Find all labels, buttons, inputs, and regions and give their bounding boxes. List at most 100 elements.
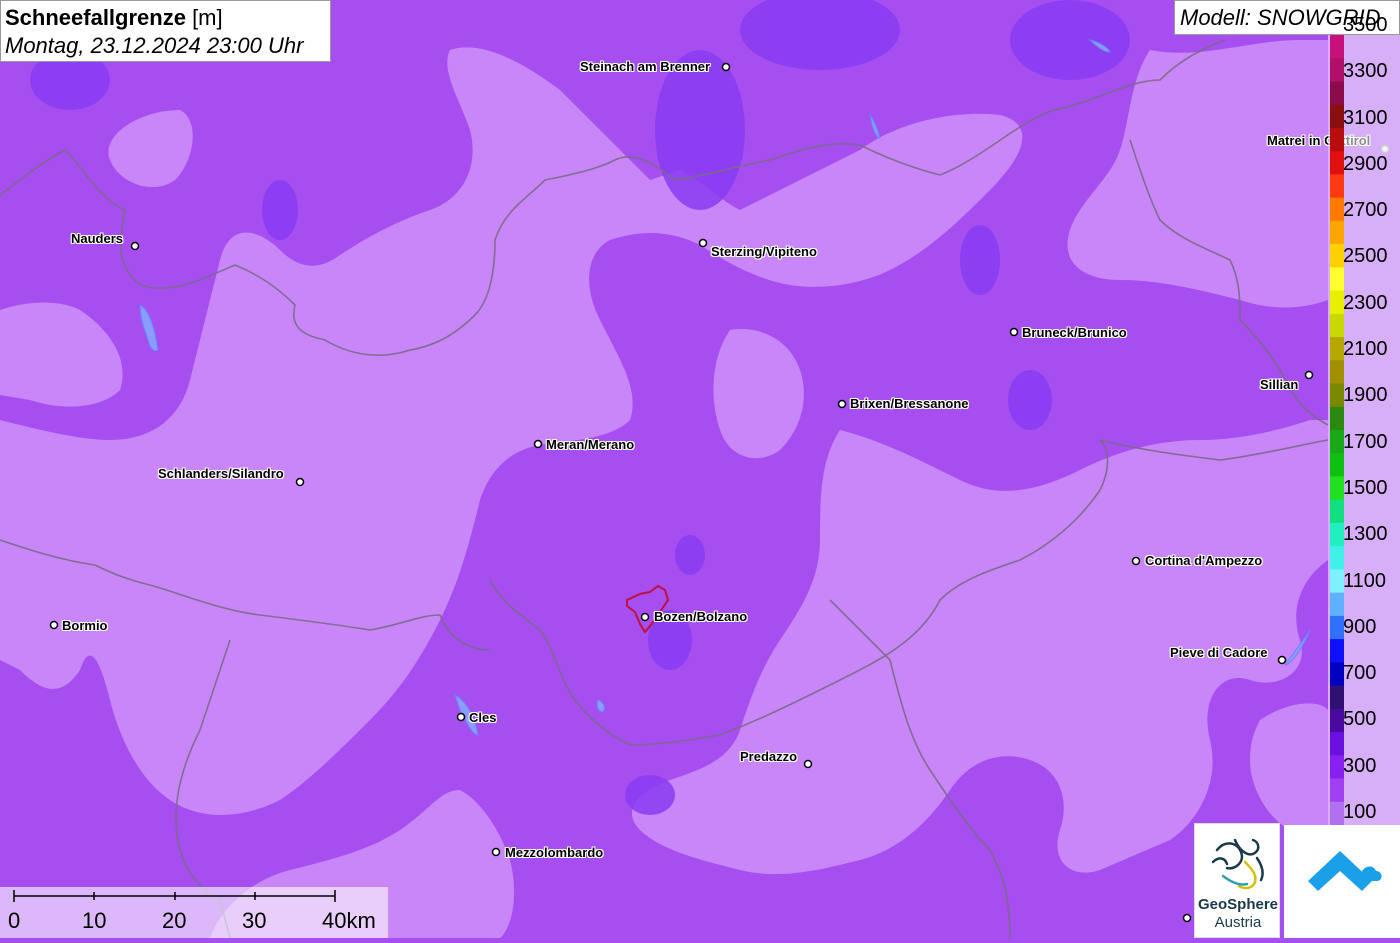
city-label-mezzolombardo: Mezzolombardo — [505, 845, 604, 860]
legend-swatch — [1330, 337, 1344, 361]
legend-swatch — [1330, 639, 1344, 663]
legend-swatch — [1330, 151, 1344, 175]
legend-swatch — [1330, 267, 1344, 292]
legend-label: 1300 — [1343, 523, 1388, 546]
title-box: Schneefallgrenze [m] Montag, 23.12.2024 … — [0, 0, 331, 62]
legend-swatch — [1330, 58, 1344, 82]
geosphere-logo[interactable]: GeoSphere Austria — [1194, 823, 1280, 938]
legend-label: 1900 — [1343, 384, 1388, 407]
scale-label-40km: 40km — [322, 908, 376, 933]
city-label-brixen: Brixen/Bressanone — [850, 396, 969, 411]
legend-swatch — [1330, 360, 1344, 385]
marker-nauders — [130, 241, 140, 251]
geosphere-icon — [1211, 838, 1264, 890]
legend-swatch — [1330, 778, 1344, 803]
legend-label: 2900 — [1343, 152, 1388, 175]
legend-swatch — [1330, 755, 1344, 780]
city-label-cortina: Cortina d'Ampezzo — [1145, 553, 1263, 568]
city-label-bormio: Bormio — [62, 618, 108, 633]
city-label-bozen: Bozen/Bolzano — [654, 609, 748, 624]
marker-predazzo — [803, 759, 813, 769]
legend-swatch — [1330, 290, 1344, 315]
legend-swatch — [1330, 406, 1344, 431]
legend-swatch — [1330, 499, 1344, 524]
legend-label: 3100 — [1343, 106, 1388, 129]
legend-swatch — [1330, 430, 1344, 454]
legend-swatch — [1330, 732, 1344, 756]
marker-brixen — [837, 399, 847, 409]
legend-swatch — [1330, 220, 1344, 245]
marker-cortina — [1131, 556, 1141, 566]
legend-swatch — [1330, 313, 1344, 338]
city-label-steinach: Steinach am Brenner — [580, 59, 711, 74]
legend-swatch — [1330, 685, 1344, 710]
legend-swatch — [1330, 453, 1344, 477]
geosphere-name: GeoSphere — [1197, 896, 1279, 913]
legend-swatch — [1330, 127, 1344, 152]
marker-cles — [456, 712, 466, 722]
legend-label: 500 — [1343, 708, 1377, 731]
legend-swatch — [1330, 708, 1344, 733]
scale-label-10: 10 — [82, 908, 107, 933]
scale-label-0: 0 — [8, 908, 21, 933]
scale-label-20: 20 — [162, 908, 187, 933]
marker-mezzolombardo — [491, 847, 501, 857]
legend-label: 2500 — [1343, 245, 1388, 268]
scale-label-30: 30 — [242, 908, 267, 933]
legend-label: 2100 — [1343, 338, 1388, 361]
legend-label: 1700 — [1343, 430, 1388, 453]
legend-swatch — [1330, 104, 1344, 129]
legend-swatch — [1330, 569, 1344, 594]
city-label-meran: Meran/Merano — [546, 437, 635, 452]
legend-label: 2300 — [1343, 291, 1388, 314]
geosphere-country: Austria — [1214, 914, 1262, 931]
legend-swatch — [1330, 174, 1344, 199]
marker-schlanders — [295, 477, 305, 487]
legend-label: 3500 — [1343, 14, 1388, 36]
city-label-cles: Cles — [469, 710, 497, 725]
marker-bormio — [49, 620, 59, 630]
legend-label: 700 — [1343, 662, 1377, 685]
marker-steinach — [721, 62, 731, 72]
legend-swatch — [1330, 592, 1344, 617]
city-label-nauders: Nauders — [71, 231, 124, 246]
legend-color-bar — [1330, 35, 1344, 825]
legend-swatch — [1330, 615, 1344, 640]
legend-swatch — [1330, 476, 1344, 501]
legend-label: 900 — [1343, 615, 1377, 638]
partner-logo[interactable] — [1284, 825, 1400, 938]
legend-label: 3300 — [1343, 60, 1388, 83]
legend-swatch — [1330, 81, 1344, 106]
legend-swatch — [1330, 546, 1344, 570]
city-label-sterzing: Sterzing/Vipiteno — [711, 244, 817, 259]
legend-swatch — [1330, 522, 1344, 547]
city-label-bruneck: Bruneck/Brunico — [1022, 325, 1127, 340]
legend-label: 300 — [1343, 754, 1377, 777]
legend-label: 100 — [1343, 801, 1377, 823]
city-label-sillian: Sillian — [1260, 377, 1299, 392]
legend-label: 1500 — [1343, 476, 1388, 499]
legend-swatch — [1330, 662, 1344, 687]
marker-sillian — [1304, 370, 1314, 380]
title-unit: [m] — [185, 5, 223, 30]
map-datetime: Montag, 23.12.2024 23:00 Uhr — [5, 33, 304, 58]
marker-bottom-right — [1182, 913, 1192, 923]
marker-bozen — [640, 612, 650, 622]
marker-meran — [533, 439, 543, 449]
legend-swatch — [1330, 197, 1344, 222]
legend-label: 1100 — [1343, 569, 1387, 592]
legend-swatch — [1330, 35, 1344, 59]
city-label-predazzo: Predazzo — [740, 749, 798, 764]
marker-bruneck — [1009, 327, 1019, 337]
marker-pieve — [1277, 655, 1287, 665]
partner-arrow-icon — [1308, 851, 1382, 891]
legend-swatch — [1330, 244, 1344, 268]
map-title: Schneefallgrenze [m] — [5, 4, 326, 32]
legend-swatch — [1330, 801, 1344, 825]
legend-label: 2700 — [1343, 199, 1388, 222]
marker-sterzing — [698, 238, 708, 248]
legend-swatch — [1330, 383, 1344, 408]
city-label-schlanders: Schlanders/Silandro — [158, 466, 284, 481]
title-parameter: Schneefallgrenze — [5, 5, 186, 30]
city-label-pieve: Pieve di Cadore — [1170, 645, 1268, 660]
